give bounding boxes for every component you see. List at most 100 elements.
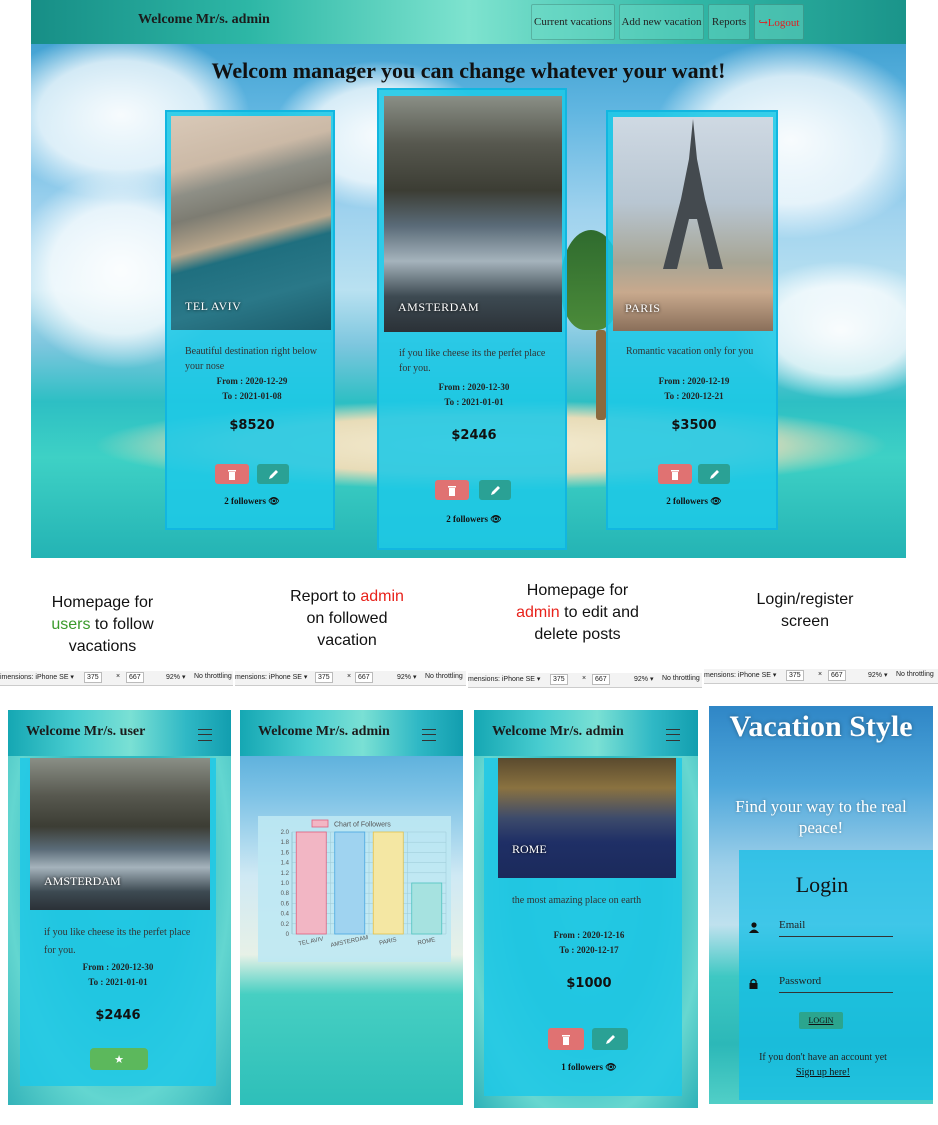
login-title: Login [795, 872, 849, 897]
palm-trunk [596, 330, 606, 420]
trash-icon [448, 485, 456, 496]
pencil-icon [490, 485, 500, 495]
y-tick-label: 2.0 [281, 830, 290, 836]
edit-button[interactable] [698, 464, 730, 484]
vacation-card: AMSTERDAM if you like cheese its the per… [20, 758, 216, 1086]
welcome-text: Welcome Mr/s. admin [138, 12, 270, 27]
vacation-dates: From : 2020-12-19 To : 2020-12-21 [608, 374, 780, 404]
edit-button[interactable] [479, 480, 511, 500]
vacation-image: ROME [498, 758, 676, 878]
y-tick-label: 1.0 [281, 881, 290, 887]
password-field[interactable]: Password [779, 974, 893, 993]
vacation-price: $2446 [451, 428, 497, 443]
mobile-login: Vacation Style Find your way to the real… [709, 706, 933, 1104]
followers-count: 2 followers 👁 [446, 514, 502, 524]
trash-icon [228, 469, 236, 480]
hamburger-menu-icon[interactable] [198, 729, 212, 741]
width-input[interactable]: 375 [786, 670, 804, 681]
to-date: To : 2021-01-01 [444, 397, 504, 407]
reports-button[interactable]: Reports [708, 4, 750, 40]
device-select[interactable]: mensions: iPhone SE ▾ [468, 675, 540, 683]
logout-button[interactable]: ↪Logout [754, 4, 804, 40]
device-select[interactable]: mensions: iPhone SE ▾ [704, 671, 776, 679]
desktop-admin-homepage: Welcome Mr/s. admin Current vacations Ad… [31, 0, 906, 558]
mobile-header: Welcome Mr/s. admin [240, 710, 463, 756]
caption-report: Report to admin on followed vacation [262, 586, 432, 652]
hamburger-menu-icon[interactable] [666, 729, 680, 741]
caption-line: Login/register [756, 591, 854, 608]
y-tick-label: 1.2 [281, 871, 290, 877]
vacation-card: ROME the most amazing place on earth Fro… [484, 758, 682, 1096]
hamburger-menu-icon[interactable] [422, 729, 436, 741]
email-field[interactable]: Email [779, 918, 893, 937]
height-input[interactable]: 667 [592, 674, 610, 685]
delete-button[interactable] [658, 464, 692, 484]
zoom-select[interactable]: 92% ▾ [397, 673, 416, 681]
mobile-admin-homepage: Welcome Mr/s. admin ROME the most amazin… [474, 710, 698, 1108]
vacation-image: TEL AVIV [171, 116, 331, 330]
vacation-price: $8520 [229, 418, 275, 433]
vacation-description: Beautiful destination right below your n… [185, 346, 317, 372]
add-new-vacation-button[interactable]: Add new vacation [619, 4, 704, 40]
width-input[interactable]: 375 [315, 672, 333, 683]
width-input[interactable]: 375 [84, 672, 102, 683]
sign-up-link[interactable]: Sign up here! [796, 1067, 850, 1078]
throttle-select[interactable]: No throttling [896, 671, 934, 678]
caption-line: Report to admin [262, 586, 432, 608]
vacation-image: AMSTERDAM [30, 758, 210, 910]
legend-swatch [311, 819, 329, 828]
throttle-select[interactable]: No throttling [425, 673, 463, 680]
throttle-select[interactable]: No throttling [662, 675, 700, 682]
height-input[interactable]: 667 [355, 672, 373, 683]
caption-line: delete posts [534, 626, 621, 643]
mobile-report: Welcome Mr/s. admin Chart of Followers 2… [240, 710, 463, 1105]
caption-line: on followed [306, 610, 388, 627]
login-button[interactable]: LOGIN [799, 1012, 843, 1029]
from-date: From : 2020-12-16 [553, 930, 625, 940]
vacation-place: TEL AVIV [185, 299, 242, 313]
edit-button[interactable] [257, 464, 289, 484]
from-date: From : 2020-12-19 [658, 376, 730, 386]
delete-button[interactable] [215, 464, 249, 484]
height-input[interactable]: 667 [126, 672, 144, 683]
height-input[interactable]: 667 [828, 670, 846, 681]
zoom-select[interactable]: 92% ▾ [868, 671, 887, 679]
caption-line: vacation [317, 632, 377, 649]
lock-icon [749, 978, 758, 989]
top-navbar: Welcome Mr/s. admin Current vacations Ad… [31, 0, 906, 44]
delete-button[interactable] [548, 1028, 584, 1050]
y-tick-label: 1.8 [281, 840, 290, 846]
caption-highlight: admin [360, 588, 404, 605]
vacation-dates: From : 2020-12-16 To : 2020-12-17 [484, 928, 694, 958]
delete-button[interactable] [435, 480, 469, 500]
pencil-icon [709, 469, 719, 479]
width-input[interactable]: 375 [550, 674, 568, 685]
zoom-select[interactable]: 92% ▾ [166, 673, 185, 681]
vacation-card: PARIS Romantic vacation only for you Fro… [606, 110, 778, 530]
trash-icon [562, 1034, 570, 1045]
throttle-select[interactable]: No throttling [194, 673, 232, 680]
vacation-place: ROME [512, 842, 547, 856]
edit-button[interactable] [592, 1028, 628, 1050]
devtools-toolbar: mensions: iPhone SE ▾ 375 × 667 92% ▾ No… [468, 673, 702, 688]
welcome-text: Welcome Mr/s. admin [492, 724, 624, 739]
devtools-toolbar: mensions: iPhone SE ▾ 375 × 667 92% ▾ No… [704, 669, 938, 684]
caption-text: Report to [290, 588, 361, 605]
chart-bar [334, 831, 366, 935]
zoom-select[interactable]: 92% ▾ [634, 675, 653, 683]
device-select[interactable]: mensions: iPhone SE ▾ [235, 673, 307, 681]
star-icon: ★ [114, 1053, 124, 1066]
from-date: From : 2020-12-30 [438, 382, 510, 392]
chart-bar [411, 882, 443, 935]
pencil-icon [268, 469, 278, 479]
times-sign: × [818, 671, 823, 678]
y-tick-label: 0.4 [281, 912, 290, 918]
current-vacations-button[interactable]: Current vacations [531, 4, 615, 40]
vacation-price: $2446 [95, 1008, 141, 1023]
follow-button[interactable]: ★ [90, 1048, 148, 1070]
followers-count: 1 followers 👁 [561, 1062, 617, 1072]
vacation-dates: From : 2020-12-30 To : 2021-01-01 [379, 380, 569, 410]
vacation-image: AMSTERDAM [384, 96, 562, 332]
caption-text: to follow [90, 616, 154, 633]
device-select[interactable]: imensions: iPhone SE ▾ [0, 673, 74, 681]
